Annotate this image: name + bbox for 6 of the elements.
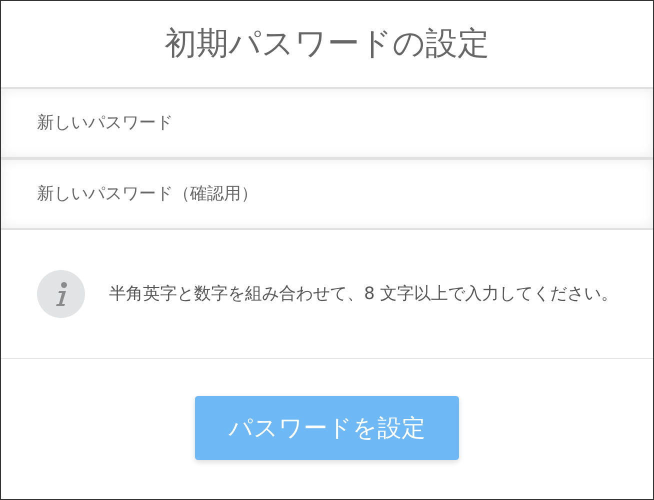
page-title: 初期パスワードの設定 (164, 23, 490, 64)
set-password-button[interactable]: パスワードを設定 (195, 396, 459, 460)
notice-text: 半角英字と数字を組み合わせて、8 文字以上で入力してください。 (109, 282, 618, 306)
password-field[interactable]: 新しいパスワード（確認用） (1, 160, 653, 228)
info-icon (37, 270, 85, 318)
password-field[interactable]: 新しいパスワード (1, 89, 653, 157)
